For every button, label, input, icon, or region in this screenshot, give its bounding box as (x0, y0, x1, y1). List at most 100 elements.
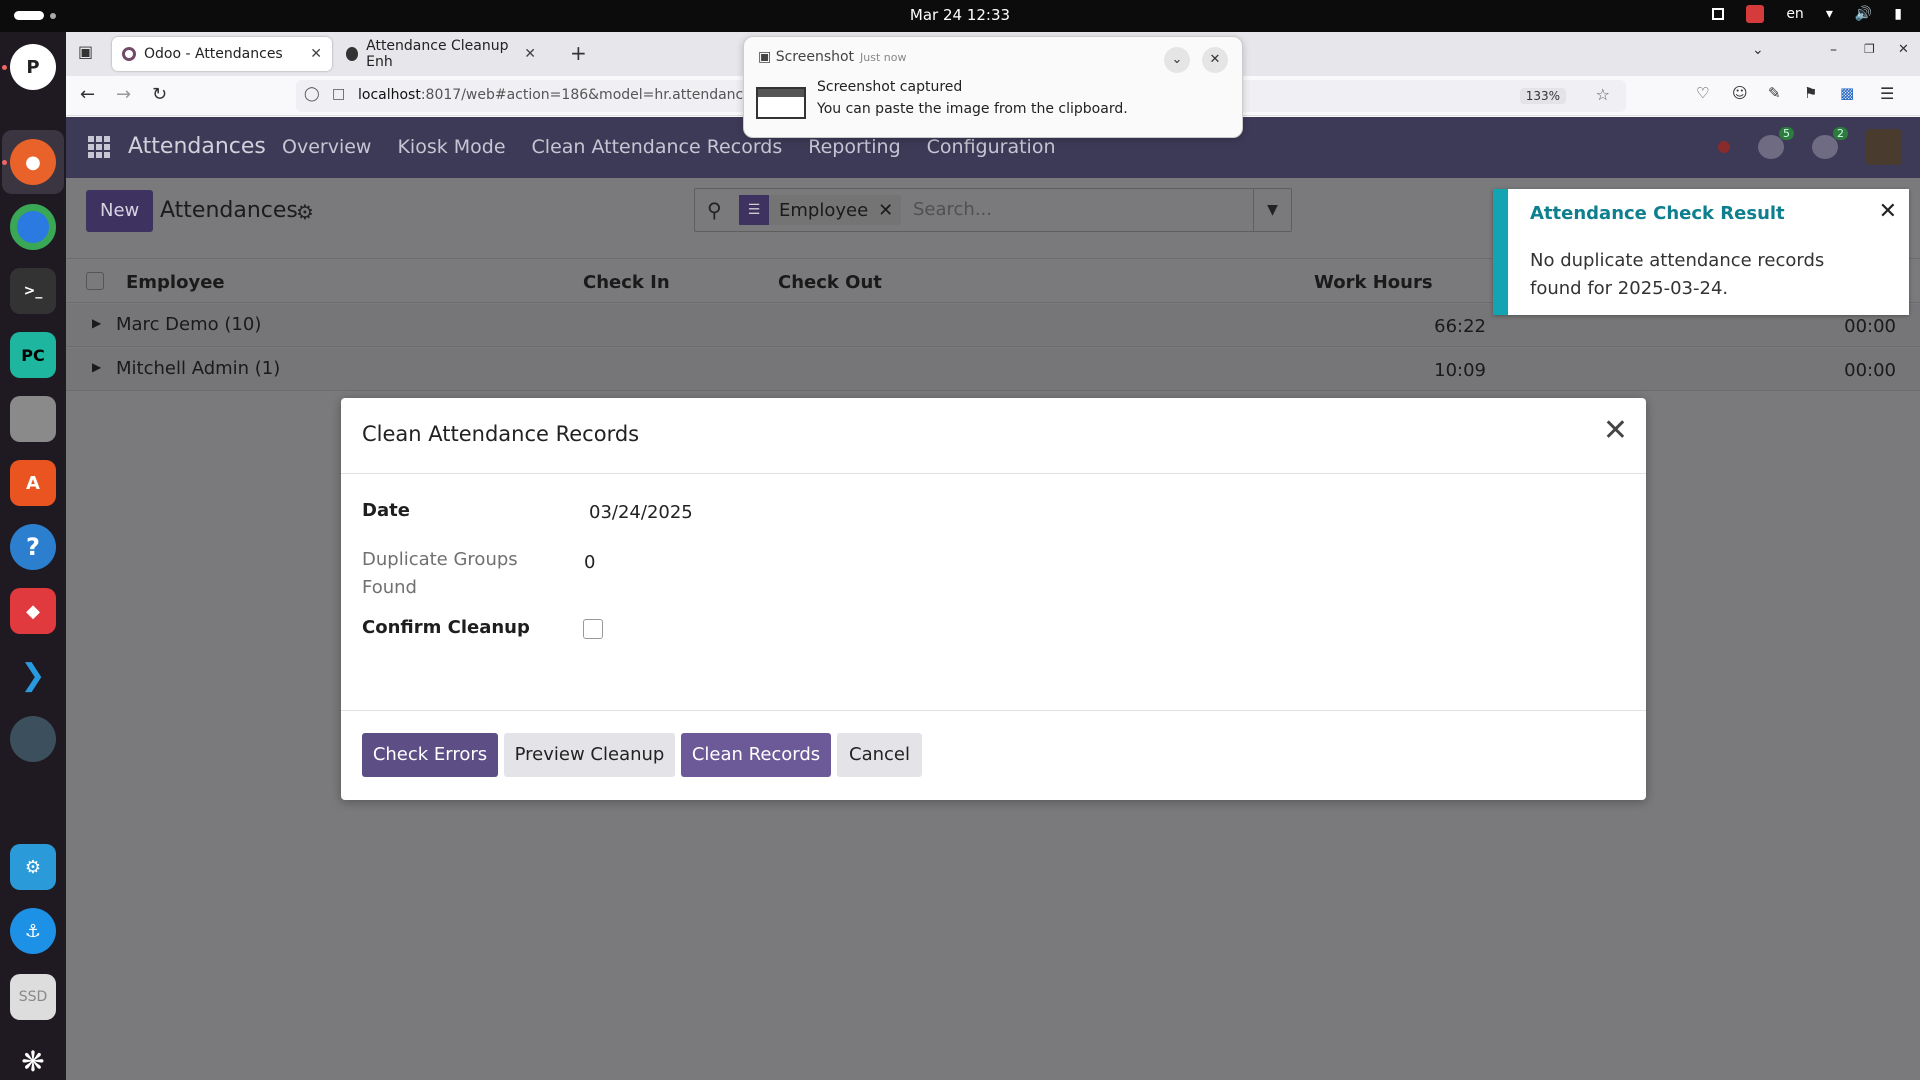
help-icon[interactable]: ? (10, 524, 56, 570)
tab-title: Odoo - Attendances (144, 46, 283, 62)
bookmark-star-icon[interactable]: ☆ (1596, 85, 1610, 104)
screenshot-notification: ▣ Screenshot Just now ⌄ ✕ Screenshot capt… (743, 36, 1243, 138)
extension-icon[interactable]: ⚑ (1804, 84, 1817, 102)
search-input[interactable]: Search... (913, 199, 992, 220)
confirm-cleanup-checkbox[interactable] (583, 619, 603, 639)
bitwarden-icon[interactable]: ▩ (1840, 84, 1854, 102)
new-button[interactable]: New (86, 190, 154, 232)
col-check-in[interactable]: Check In (583, 272, 670, 293)
remove-facet-icon[interactable]: ✕ (878, 200, 901, 221)
back-icon[interactable]: ← (80, 84, 95, 105)
ssd-drive-icon[interactable]: SSD (10, 974, 56, 1020)
firefox-icon[interactable]: ● (10, 139, 56, 185)
group-extra-hours: 00:00 (1844, 316, 1896, 337)
files-icon[interactable] (10, 396, 56, 442)
group-by-icon: ☰ (739, 195, 769, 225)
disk-usage-icon[interactable] (10, 716, 56, 762)
app-menu-icon[interactable] (88, 136, 110, 158)
group-name: Mitchell Admin (1) (116, 358, 281, 379)
reload-icon[interactable]: ↻ (152, 84, 167, 105)
col-employee[interactable]: Employee (126, 272, 225, 293)
tab-odoo-attendances[interactable]: Odoo - Attendances ✕ (112, 37, 332, 71)
url-path: :8017/web#action=186&model=hr.attendance (420, 87, 752, 103)
anydesk-tray-icon[interactable] (1746, 5, 1765, 23)
pocket-icon[interactable]: ♡ (1696, 84, 1709, 102)
menu-overview[interactable]: Overview (282, 136, 371, 158)
select-all-checkbox[interactable] (86, 272, 104, 290)
tab-attendance-cleanup[interactable]: Attendance Cleanup Enh ✕ (336, 37, 546, 71)
keyboard-layout[interactable]: en (1786, 6, 1804, 22)
docker-icon[interactable]: ⚓ (10, 908, 56, 954)
page-icon: □ (332, 86, 346, 102)
close-window-icon[interactable]: ✕ (1898, 42, 1909, 57)
menu-icon[interactable]: ☰ (1880, 84, 1894, 103)
close-tab-icon[interactable]: ✕ (310, 46, 322, 62)
notification-header: ▣ Screenshot Just now (758, 49, 907, 65)
confirm-cleanup-label: Confirm Cleanup (362, 617, 530, 638)
list-tabs-icon[interactable]: ⌄ (1752, 42, 1764, 58)
system-tray: en ▾ 🔊 ▮ (1712, 5, 1902, 23)
user-avatar[interactable] (1866, 129, 1902, 165)
col-work-hours[interactable]: Work Hours (1314, 272, 1433, 293)
close-tab-icon[interactable]: ✕ (524, 46, 536, 62)
new-tab-icon[interactable]: + (570, 41, 587, 65)
menu-configuration[interactable]: Configuration (927, 136, 1056, 158)
preview-cleanup-button[interactable]: Preview Cleanup (504, 733, 675, 777)
anydesk-icon[interactable]: ◆ (10, 588, 56, 634)
tray-indicator-icon[interactable] (1712, 8, 1725, 20)
chat-icon[interactable]: 5 (1758, 127, 1794, 159)
account-icon[interactable]: ☺ (1732, 84, 1748, 102)
ubuntu-icon[interactable]: ❋ (10, 1038, 56, 1080)
caret-right-icon: ▶ (92, 316, 102, 330)
wifi-icon[interactable]: ▾ (1826, 6, 1833, 22)
zoom-level[interactable]: 133% (1519, 88, 1566, 104)
dialog-header: Clean Attendance Records ✕ (341, 398, 1646, 474)
group-row[interactable]: ▶ Mitchell Admin (1) 10:09 00:00 (66, 348, 1920, 391)
date-field[interactable]: 03/24/2025 (589, 502, 693, 523)
pycharm-icon[interactable]: PC (10, 332, 56, 378)
running-indicator (2, 65, 7, 70)
vscode-icon[interactable]: ❯ (10, 652, 56, 698)
main-menu: Overview Kiosk Mode Clean Attendance Rec… (282, 136, 1056, 158)
expand-icon[interactable]: ⌄ (1164, 47, 1190, 73)
forward-icon[interactable]: → (116, 84, 131, 105)
battery-icon[interactable]: ▮ (1894, 6, 1902, 22)
tab-overview-icon[interactable]: ▣ (78, 42, 93, 61)
chrome-icon[interactable] (10, 204, 56, 250)
search-options-icon[interactable]: ▼ (1253, 189, 1291, 231)
search-bar: ⚲ ☰ Employee ✕ Search... ▼ (694, 188, 1292, 232)
restore-icon[interactable]: ❐ (1864, 42, 1875, 56)
menu-reporting[interactable]: Reporting (808, 136, 900, 158)
close-notification-icon[interactable]: ✕ (1202, 47, 1228, 73)
status-dot-icon[interactable] (1718, 141, 1730, 153)
date-label: Date (362, 500, 410, 521)
search-icon[interactable]: ⚲ (707, 198, 722, 222)
toast-message: No duplicate attendance records found fo… (1530, 250, 1825, 299)
url-host: localhost (358, 87, 421, 103)
menu-clean-attendance[interactable]: Clean Attendance Records (532, 136, 783, 158)
ubuntu-dock: P ● >_ PC A ? ◆ ❯ ⚙ ⚓ SSD ❋ (0, 32, 66, 1080)
camera-icon: ▣ (758, 49, 776, 65)
shield-icon[interactable]: ◯ (304, 86, 320, 102)
settings-icon[interactable]: ⚙ (10, 844, 56, 890)
notification-body: You can paste the image from the clipboa… (817, 101, 1128, 117)
terminal-icon[interactable]: >_ (10, 268, 56, 314)
menu-kiosk-mode[interactable]: Kiosk Mode (397, 136, 505, 158)
clean-records-button[interactable]: Clean Records (681, 733, 831, 777)
volume-icon[interactable]: 🔊 (1855, 6, 1872, 22)
app-brand[interactable]: Attendances (128, 134, 266, 159)
gear-icon[interactable]: ⚙ (296, 200, 314, 224)
close-dialog-icon[interactable]: ✕ (1603, 416, 1628, 446)
close-toast-icon[interactable]: ✕ (1879, 199, 1897, 224)
extensions-icon[interactable]: ✎ (1768, 84, 1781, 102)
system-clock[interactable]: Mar 24 12:33 (0, 6, 1920, 24)
activity-icon[interactable]: 2 (1812, 127, 1848, 159)
appcenter-icon[interactable]: A (10, 460, 56, 506)
pocketcasts-icon[interactable]: P (10, 44, 56, 90)
cancel-button[interactable]: Cancel (837, 733, 922, 777)
check-errors-button[interactable]: Check Errors (362, 733, 498, 777)
attendance-check-toast: Attendance Check Result ✕ No duplicate a… (1493, 189, 1909, 315)
col-check-out[interactable]: Check Out (778, 272, 882, 293)
facet-label: Employee (779, 199, 869, 221)
minimize-icon[interactable]: – (1830, 42, 1837, 58)
